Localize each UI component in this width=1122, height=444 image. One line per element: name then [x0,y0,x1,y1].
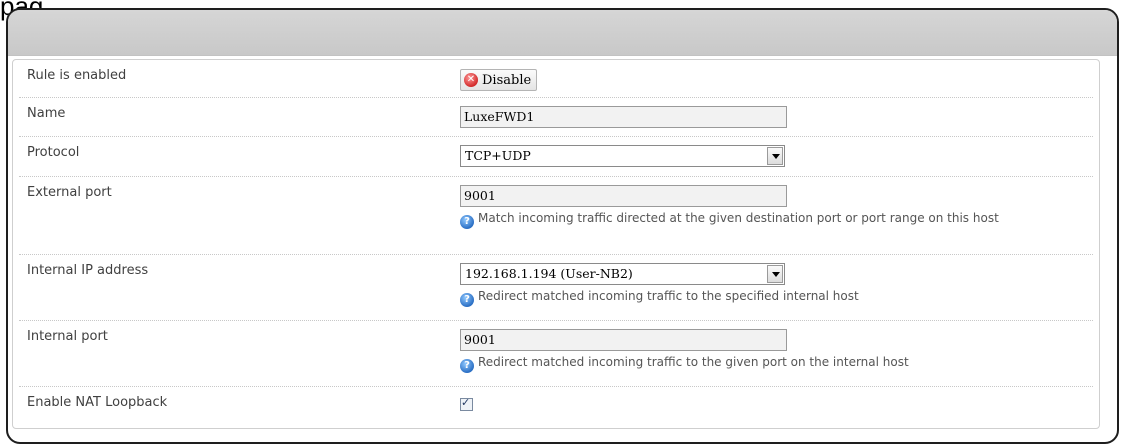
chevron-down-icon[interactable] [767,147,783,165]
internal-port-label: Internal port [27,329,108,344]
external-port-label: External port [27,185,112,200]
row-nat-loopback: Enable NAT Loopback ✓ [19,387,1093,423]
external-port-hint: ? Match incoming traffic directed at the … [460,210,1060,229]
row-external-port: External port 9001 ? Match incoming traff… [19,177,1093,255]
row-protocol: Protocol TCP+UDP [19,137,1093,177]
disable-x-icon: ✕ [464,73,478,87]
internal-ip-selected-value: 192.168.1.194 (User-NB2) [465,266,633,281]
row-rule-enabled: Rule is enabled ✕ Disable [19,60,1093,98]
disable-button[interactable]: ✕ Disable [460,69,538,91]
nat-loopback-label: Enable NAT Loopback [27,395,168,410]
external-port-hint-text: Match incoming traffic directed at the g… [478,211,999,225]
internal-ip-label: Internal IP address [27,263,149,278]
name-input[interactable]: LuxeFWD1 [460,106,787,128]
row-internal-ip: Internal IP address 192.168.1.194 (User-… [19,255,1093,321]
internal-ip-select[interactable]: 192.168.1.194 (User-NB2) [460,263,785,285]
internal-port-hint-text: Redirect matched incoming traffic to the… [478,355,909,369]
chevron-down-icon[interactable] [767,265,783,283]
disable-button-label: Disable [482,72,532,88]
protocol-label: Protocol [27,145,80,160]
internal-port-input[interactable]: 9001 [460,329,787,351]
checkmark-icon: ✓ [461,396,471,409]
nat-loopback-checkbox[interactable]: ✓ [460,396,473,411]
internal-ip-hint-text: Redirect matched incoming traffic to the… [478,289,859,303]
protocol-select[interactable]: TCP+UDP [460,145,785,167]
help-question-icon: ? [460,215,474,229]
row-internal-port: Internal port 9001 ? Redirect matched inc… [19,321,1093,387]
row-name: Name LuxeFWD1 [19,98,1093,137]
internal-port-hint: ? Redirect matched incoming traffic to th… [460,354,1060,373]
help-question-icon: ? [460,359,474,373]
rule-enabled-label: Rule is enabled [27,68,127,83]
external-port-input[interactable]: 9001 [460,185,787,207]
frame-header [8,10,1117,56]
name-label: Name [27,106,66,121]
internal-ip-hint: ? Redirect matched incoming traffic to th… [460,288,1060,307]
port-forward-form: Rule is enabled ✕ Disable Name LuxeFWD1 … [12,59,1100,429]
help-question-icon: ? [460,293,474,307]
protocol-selected-value: TCP+UDP [465,148,531,163]
